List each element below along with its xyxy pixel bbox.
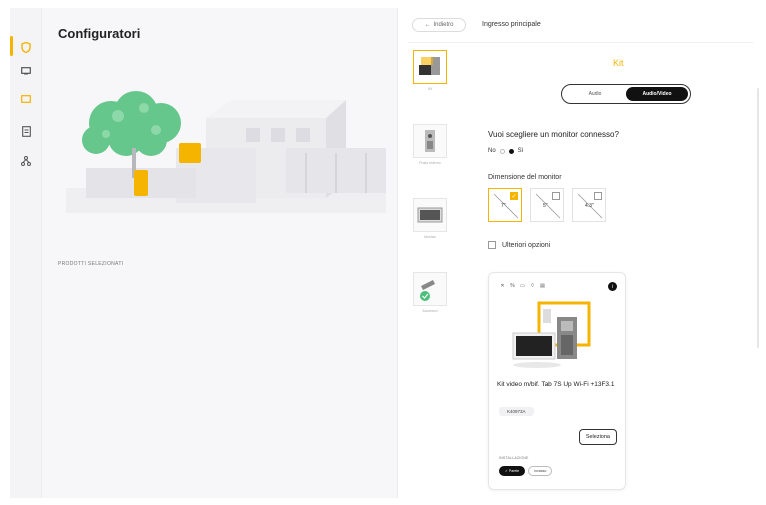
thumb-monitor[interactable]: Monitor xyxy=(410,198,450,248)
selected-products-label: PRODOTTI SELEZIONATI xyxy=(58,261,124,267)
toggle-audio[interactable]: Audio xyxy=(564,87,626,101)
rail-active-indicator xyxy=(10,36,13,56)
product-code: K40973A xyxy=(499,407,534,416)
checkbox-icon xyxy=(552,192,560,200)
product-card: ✕ % ▭ ⌔ ▤ i Kit video m/bif. Tab 7S Up W… xyxy=(488,272,626,490)
size-option-5[interactable]: 5" xyxy=(530,188,564,222)
install-option-wall[interactable]: ✓ Parete xyxy=(499,466,526,476)
app-window: Configuratori PRODOTTI SELEZIONATI ← Ind… xyxy=(10,8,762,498)
thumb-caption: Posto esterno xyxy=(419,161,441,165)
thumb-caption: Kit xyxy=(427,87,433,91)
select-button[interactable]: Seleziona xyxy=(578,429,617,445)
radio-yes-label: Sì xyxy=(517,148,524,154)
configurator-panel: Configuratori PRODOTTI SELEZIONATI xyxy=(42,8,397,498)
monitor-radio-group: No Sì xyxy=(488,148,523,154)
more-options-label: Ulteriori opzioni xyxy=(502,241,551,249)
thumb-caption: Monitor xyxy=(424,235,436,239)
radio-no[interactable] xyxy=(499,148,505,154)
size-label: 7" xyxy=(501,203,506,209)
thumb-kit[interactable]: Kit xyxy=(410,50,450,100)
feature-icon: ▭ xyxy=(520,283,525,289)
monitor-thumbnail-icon xyxy=(417,207,443,223)
left-rail xyxy=(10,8,42,498)
product-image xyxy=(512,301,591,368)
info-icon[interactable]: i xyxy=(608,282,617,291)
house-illustration xyxy=(66,91,386,213)
size-option-4-3[interactable]: 4.3" xyxy=(572,188,606,222)
install-option-flush[interactable]: Incasso xyxy=(528,466,553,476)
size-option-7[interactable]: ✓ 7" xyxy=(488,188,522,222)
arrow-left-icon: ← xyxy=(424,22,431,28)
feature-icon: ▤ xyxy=(540,283,545,289)
monitor-icon[interactable] xyxy=(19,64,33,78)
accessories-thumbnail-icon xyxy=(420,280,435,301)
outdoor-station-icon xyxy=(425,130,435,152)
size-label: 4.3" xyxy=(585,203,594,209)
section-title: Kit xyxy=(613,58,624,68)
monitor-question: Vuoi scegliere un monitor connesso? xyxy=(488,130,619,139)
feature-icon: ✕ xyxy=(500,283,505,289)
toggle-audio-video[interactable]: Audio/Video xyxy=(626,87,688,101)
radio-yes[interactable] xyxy=(508,148,514,154)
radio-no-label: No xyxy=(488,148,496,154)
product-name: Kit video m/bif. Tab 7S Up Wi-Fi +13F3.1 xyxy=(497,381,615,388)
install-label: INSTALLAZIONE xyxy=(499,456,529,460)
document-icon[interactable] xyxy=(19,124,33,138)
feature-icon: % xyxy=(510,283,515,289)
panel-icon[interactable] xyxy=(19,92,33,106)
breadcrumb: Ingresso principale xyxy=(482,21,541,28)
page-title: Configuratori xyxy=(58,26,141,41)
shield-icon[interactable] xyxy=(19,40,33,54)
size-label: 5" xyxy=(543,203,548,209)
check-icon: ✓ xyxy=(510,192,518,200)
network-icon[interactable] xyxy=(19,154,33,168)
back-button[interactable]: ← Indietro xyxy=(412,18,466,32)
monitor-size-options: ✓ 7" 5" 4.3" xyxy=(488,188,606,222)
feature-icons: ✕ % ▭ ⌔ ▤ xyxy=(499,283,546,289)
checkbox-icon xyxy=(594,192,602,200)
options-panel: ← Indietro Ingresso principale Kit Posto… xyxy=(397,8,762,498)
audio-video-toggle: Audio Audio/Video xyxy=(561,84,691,104)
more-options-checkbox[interactable] xyxy=(488,241,496,249)
thumb-accessories[interactable]: Accessori xyxy=(410,272,450,322)
thumb-caption: Accessori xyxy=(422,309,438,313)
thumb-outdoor[interactable]: Posto esterno xyxy=(410,124,450,174)
monitor-size-label: Dimensione del monitor xyxy=(488,174,562,181)
more-options[interactable]: Ulteriori opzioni xyxy=(488,241,550,249)
wifi-icon: ⌔ xyxy=(530,283,535,289)
install-options: ✓ Parete Incasso xyxy=(499,466,553,476)
divider xyxy=(408,42,753,43)
scrollbar[interactable] xyxy=(757,88,759,348)
kit-thumbnail-icon xyxy=(419,57,440,75)
back-label: Indietro xyxy=(433,22,454,28)
